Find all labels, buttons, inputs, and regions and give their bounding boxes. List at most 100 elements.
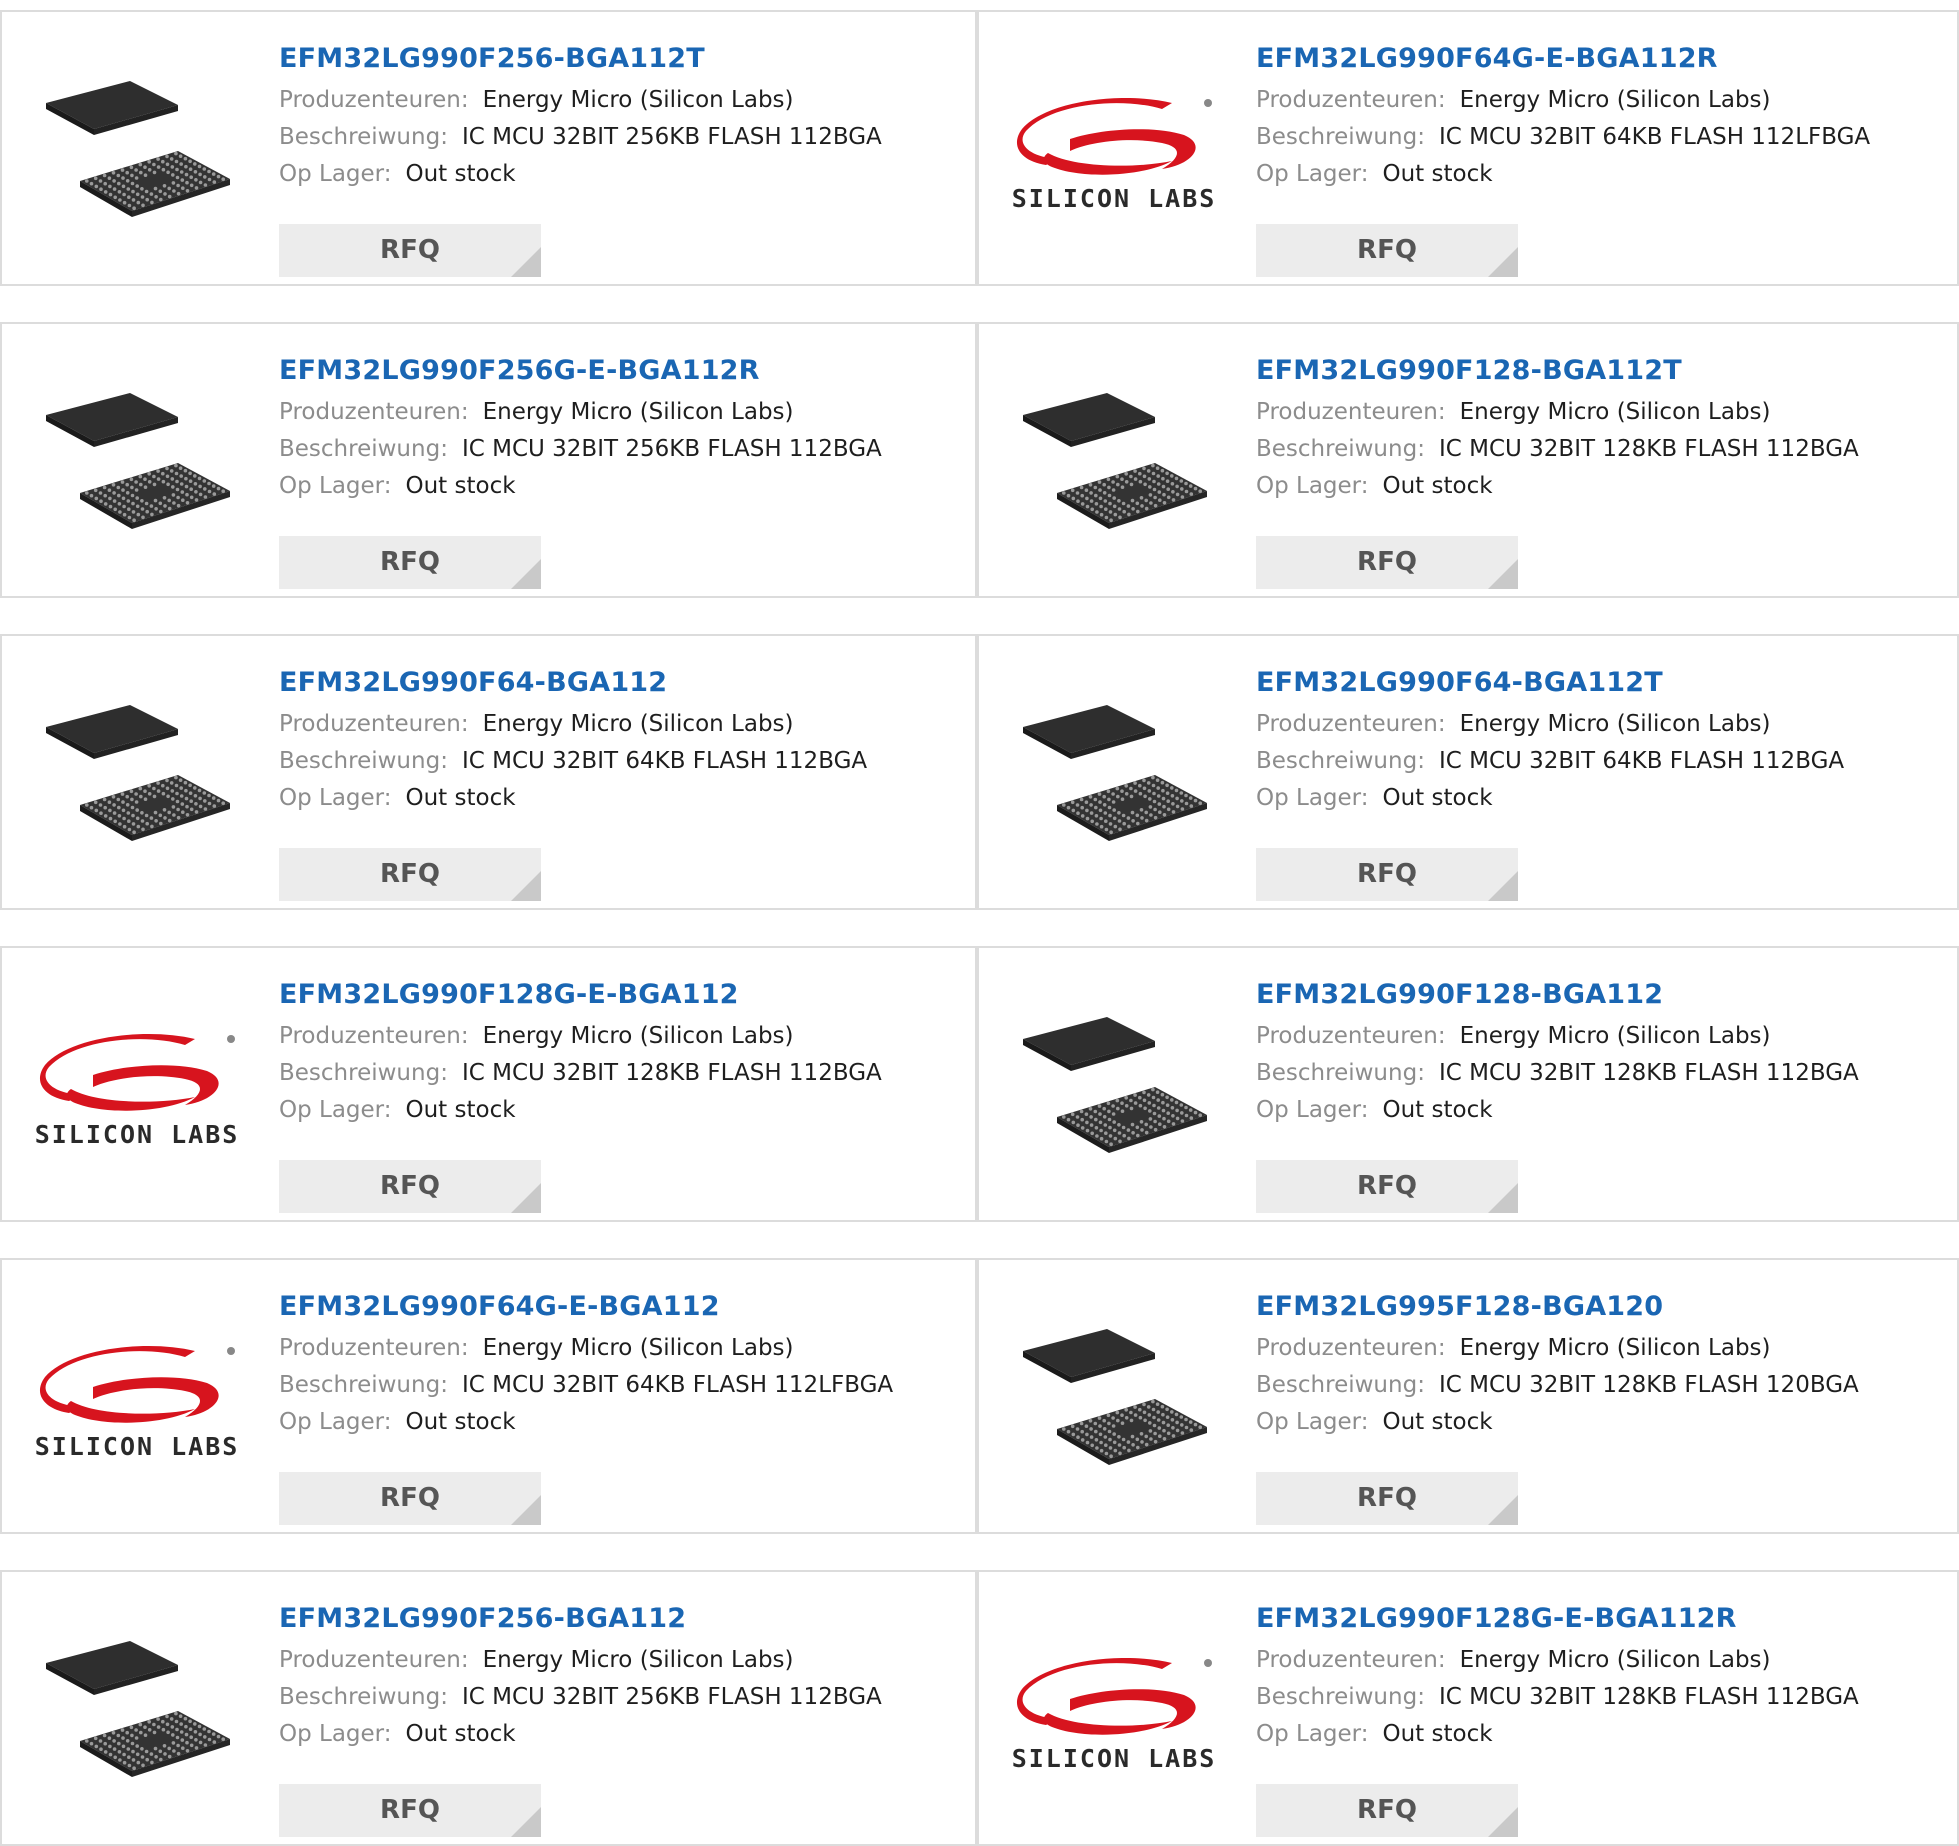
part-number-link[interactable]: EFM32LG990F256-BGA112T xyxy=(279,42,965,76)
rfq-button[interactable]: RFQ xyxy=(1256,1160,1518,1213)
rfq-button[interactable]: RFQ xyxy=(1256,1472,1518,1525)
description-label: Beschreiwung: xyxy=(279,748,448,774)
rfq-button[interactable]: RFQ xyxy=(1256,1784,1518,1837)
stock-label: Op Lager: xyxy=(279,1409,392,1435)
part-number-link[interactable]: EFM32LG990F64G-E-BGA112 xyxy=(279,1290,965,1324)
description-value: IC MCU 32BIT 64KB FLASH 112BGA xyxy=(1438,748,1845,774)
description-row: Beschreiwung: IC MCU 32BIT 128KB FLASH 11… xyxy=(1256,1679,1947,1716)
product-info: EFM32LG990F64G-E-BGA112 Produzenteuren: En… xyxy=(279,1290,965,1525)
description-row: Beschreiwung: IC MCU 32BIT 128KB FLASH 11… xyxy=(1256,431,1947,468)
part-number-link[interactable]: EFM32LG990F128G-E-BGA112R xyxy=(1256,1602,1947,1636)
silicon-labs-logo[interactable]: SILICON LABS xyxy=(35,1300,240,1505)
product-card: EFM32LG990F64-BGA112T Produzenteuren: Ener… xyxy=(977,634,1959,910)
product-card: SILICON LABS EFM32LG990F128G-E-BGA112 Prod… xyxy=(0,946,977,1222)
corner-fold-icon xyxy=(511,1807,541,1837)
manufacturer-value: Energy Micro (Silicon Labs) xyxy=(1459,399,1771,425)
svg-text:SILICON LABS: SILICON LABS xyxy=(1012,1744,1216,1773)
corner-fold-icon xyxy=(511,1495,541,1525)
rfq-button[interactable]: RFQ xyxy=(1256,536,1518,589)
description-value: IC MCU 32BIT 64KB FLASH 112LFBGA xyxy=(1438,124,1871,150)
stock-row: Op Lager: Out stock xyxy=(1256,1404,1947,1441)
silicon-labs-logo[interactable]: SILICON LABS xyxy=(1012,1612,1217,1817)
manufacturer-row: Produzenteuren: Energy Micro (Silicon Lab… xyxy=(1256,82,1947,119)
product-card: EFM32LG995F128-BGA120 Produzenteuren: Ener… xyxy=(977,1258,1959,1534)
rfq-label: RFQ xyxy=(1357,547,1417,577)
bga-chip-image[interactable] xyxy=(35,1612,240,1817)
manufacturer-row: Produzenteuren: Energy Micro (Silicon Lab… xyxy=(279,1018,965,1055)
rfq-button[interactable]: RFQ xyxy=(279,848,541,901)
rfq-button[interactable]: RFQ xyxy=(279,224,541,277)
product-info: EFM32LG990F64-BGA112 Produzenteuren: Energ… xyxy=(279,666,965,901)
manufacturer-label: Produzenteuren: xyxy=(279,1335,469,1361)
stock-value: Out stock xyxy=(405,1721,516,1747)
svg-text:SILICON LABS: SILICON LABS xyxy=(1012,184,1216,213)
bga-chip-image[interactable] xyxy=(35,676,240,881)
bga-chip-image[interactable] xyxy=(1012,1300,1217,1505)
description-label: Beschreiwung: xyxy=(1256,124,1425,150)
part-number-link[interactable]: EFM32LG990F128-BGA112 xyxy=(1256,978,1947,1012)
part-number-link[interactable]: EFM32LG990F64G-E-BGA112R xyxy=(1256,42,1947,76)
manufacturer-label: Produzenteuren: xyxy=(279,87,469,113)
product-info: EFM32LG990F128G-E-BGA112 Produzenteuren: E… xyxy=(279,978,965,1213)
rfq-label: RFQ xyxy=(380,1171,440,1201)
manufacturer-value: Energy Micro (Silicon Labs) xyxy=(482,87,794,113)
manufacturer-row: Produzenteuren: Energy Micro (Silicon Lab… xyxy=(279,1330,965,1367)
stock-label: Op Lager: xyxy=(1256,473,1369,499)
rfq-label: RFQ xyxy=(1357,859,1417,889)
description-value: IC MCU 32BIT 128KB FLASH 112BGA xyxy=(1438,436,1859,462)
part-number-link[interactable]: EFM32LG990F64-BGA112T xyxy=(1256,666,1947,700)
description-label: Beschreiwung: xyxy=(1256,1684,1425,1710)
corner-fold-icon xyxy=(1488,1495,1518,1525)
product-info: EFM32LG990F256-BGA112T Produzenteuren: Ene… xyxy=(279,42,965,277)
svg-text:SILICON LABS: SILICON LABS xyxy=(35,1432,239,1461)
product-card: EFM32LG990F64-BGA112 Produzenteuren: Energ… xyxy=(0,634,977,910)
part-number-link[interactable]: EFM32LG990F64-BGA112 xyxy=(279,666,965,700)
stock-label: Op Lager: xyxy=(1256,161,1369,187)
description-label: Beschreiwung: xyxy=(279,124,448,150)
manufacturer-value: Energy Micro (Silicon Labs) xyxy=(482,1647,794,1673)
part-number-link[interactable]: EFM32LG995F128-BGA120 xyxy=(1256,1290,1947,1324)
rfq-button[interactable]: RFQ xyxy=(1256,848,1518,901)
rfq-label: RFQ xyxy=(380,859,440,889)
bga-chip-image[interactable] xyxy=(35,364,240,569)
stock-value: Out stock xyxy=(1382,785,1493,811)
description-value: IC MCU 32BIT 256KB FLASH 112BGA xyxy=(461,436,882,462)
corner-fold-icon xyxy=(1488,559,1518,589)
rfq-button[interactable]: RFQ xyxy=(1256,224,1518,277)
stock-row: Op Lager: Out stock xyxy=(279,1716,965,1753)
rfq-button[interactable]: RFQ xyxy=(279,1784,541,1837)
bga-chip-image[interactable] xyxy=(1012,676,1217,881)
manufacturer-value: Energy Micro (Silicon Labs) xyxy=(1459,87,1771,113)
stock-value: Out stock xyxy=(405,785,516,811)
part-number-link[interactable]: EFM32LG990F256G-E-BGA112R xyxy=(279,354,965,388)
manufacturer-value: Energy Micro (Silicon Labs) xyxy=(482,711,794,737)
bga-chip-image[interactable] xyxy=(1012,988,1217,1193)
silicon-labs-logo[interactable]: SILICON LABS xyxy=(35,988,240,1193)
part-number-link[interactable]: EFM32LG990F128G-E-BGA112 xyxy=(279,978,965,1012)
corner-fold-icon xyxy=(511,559,541,589)
part-number-link[interactable]: EFM32LG990F128-BGA112T xyxy=(1256,354,1947,388)
rfq-button[interactable]: RFQ xyxy=(279,536,541,589)
description-value: IC MCU 32BIT 128KB FLASH 112BGA xyxy=(1438,1060,1859,1086)
description-row: Beschreiwung: IC MCU 32BIT 128KB FLASH 11… xyxy=(279,1055,965,1092)
manufacturer-value: Energy Micro (Silicon Labs) xyxy=(482,1023,794,1049)
manufacturer-label: Produzenteuren: xyxy=(279,1647,469,1673)
rfq-button[interactable]: RFQ xyxy=(279,1472,541,1525)
silicon-labs-logo[interactable]: SILICON LABS xyxy=(1012,52,1217,257)
product-info: EFM32LG990F256G-E-BGA112R Produzenteuren:… xyxy=(279,354,965,589)
product-info: EFM32LG990F64-BGA112T Produzenteuren: Ener… xyxy=(1256,666,1947,901)
stock-value: Out stock xyxy=(405,161,516,187)
manufacturer-row: Produzenteuren: Energy Micro (Silicon Lab… xyxy=(1256,706,1947,743)
description-row: Beschreiwung: IC MCU 32BIT 64KB FLASH 112… xyxy=(279,743,965,780)
stock-row: Op Lager: Out stock xyxy=(279,156,965,193)
product-info: EFM32LG990F128G-E-BGA112R Produzenteuren:… xyxy=(1256,1602,1947,1837)
stock-value: Out stock xyxy=(405,473,516,499)
product-card: EFM32LG990F256-BGA112 Produzenteuren: Ener… xyxy=(0,1570,977,1846)
bga-chip-image[interactable] xyxy=(1012,364,1217,569)
bga-chip-image[interactable] xyxy=(35,52,240,257)
description-label: Beschreiwung: xyxy=(1256,1372,1425,1398)
part-number-link[interactable]: EFM32LG990F256-BGA112 xyxy=(279,1602,965,1636)
stock-value: Out stock xyxy=(1382,161,1493,187)
rfq-button[interactable]: RFQ xyxy=(279,1160,541,1213)
rfq-label: RFQ xyxy=(380,1795,440,1825)
